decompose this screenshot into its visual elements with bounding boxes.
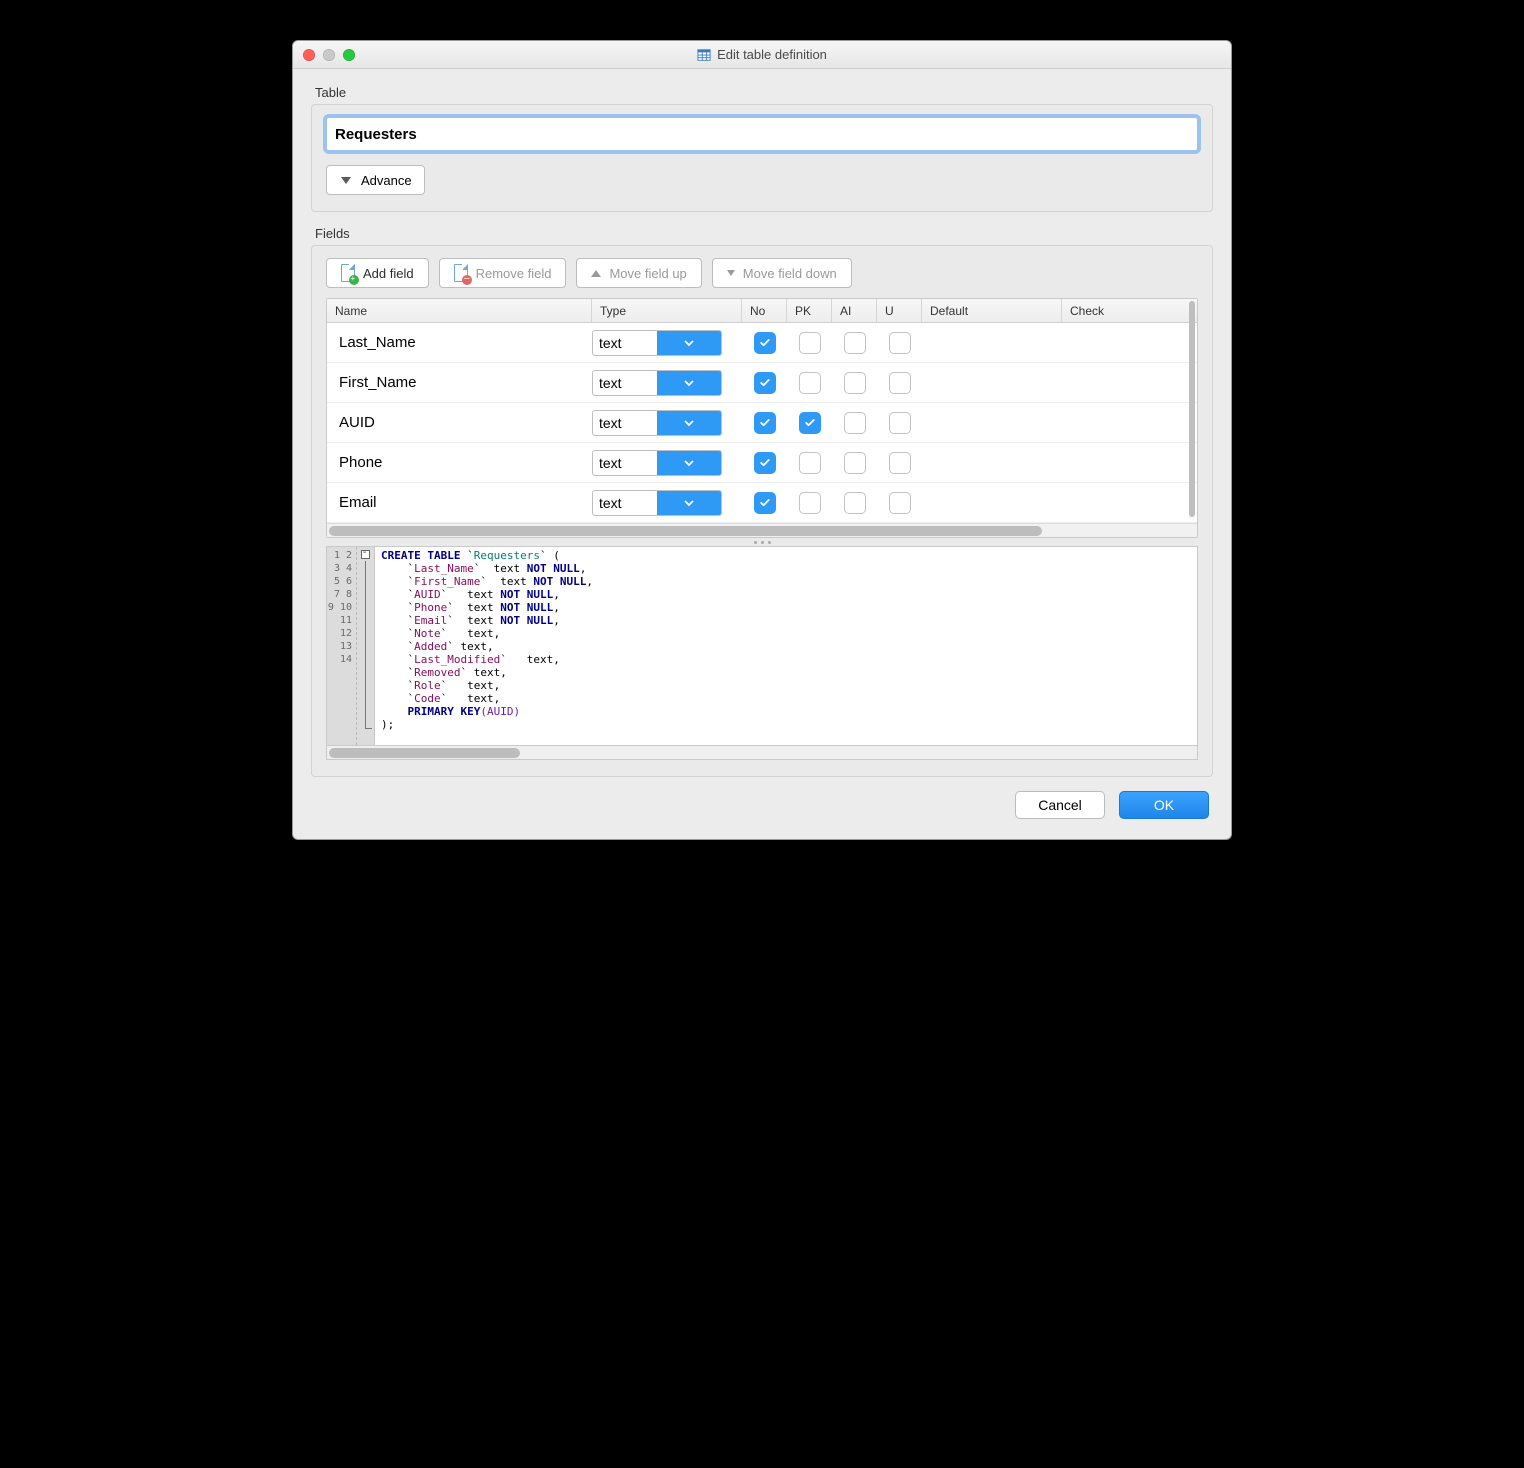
titlebar[interactable]: Edit table definition	[293, 41, 1231, 69]
col-notnull[interactable]: No	[742, 299, 787, 322]
field-type-select[interactable]: text	[592, 490, 722, 516]
col-name[interactable]: Name	[327, 299, 592, 322]
page-add-icon: +	[341, 264, 355, 282]
fields-grid: Name Type No PK AI U Default Check Last_…	[326, 298, 1198, 538]
col-type[interactable]: Type	[592, 299, 742, 322]
u-checkbox[interactable]	[889, 332, 911, 354]
move-field-down-button[interactable]: Move field down	[712, 258, 852, 288]
page-remove-icon: –	[454, 264, 468, 282]
col-default[interactable]: Default	[922, 299, 1062, 322]
add-field-button[interactable]: + Add field	[326, 258, 429, 288]
field-name-cell[interactable]: Phone	[327, 454, 592, 471]
table-row[interactable]: Last_Nametext	[327, 323, 1197, 363]
ai-checkbox[interactable]	[844, 372, 866, 394]
advance-label: Advance	[361, 173, 412, 188]
horizontal-scrollbar[interactable]	[327, 523, 1197, 537]
notnull-checkbox[interactable]	[754, 492, 776, 514]
triangle-down-icon	[727, 270, 735, 276]
field-type-select[interactable]: text	[592, 330, 722, 356]
dropdown-icon	[657, 331, 721, 355]
table-section-label: Table	[315, 85, 1213, 100]
table-icon	[697, 48, 711, 62]
ai-checkbox[interactable]	[844, 332, 866, 354]
sql-code[interactable]: CREATE TABLE `Requesters` ( `Last_Name` …	[375, 547, 1197, 745]
field-type-select[interactable]: text	[592, 450, 722, 476]
dropdown-icon	[657, 371, 721, 395]
field-type-select[interactable]: text	[592, 410, 722, 436]
ai-checkbox[interactable]	[844, 412, 866, 434]
remove-field-button[interactable]: – Remove field	[439, 258, 567, 288]
table-row[interactable]: First_Nametext	[327, 363, 1197, 403]
ai-checkbox[interactable]	[844, 492, 866, 514]
dropdown-icon	[657, 411, 721, 435]
sql-horizontal-scrollbar[interactable]	[326, 746, 1198, 760]
window-title: Edit table definition	[717, 47, 827, 62]
table-panel: Advance	[311, 104, 1213, 212]
field-name-cell[interactable]: First_Name	[327, 374, 592, 391]
field-name-cell[interactable]: Email	[327, 494, 592, 511]
fold-column[interactable]	[357, 547, 375, 745]
col-pk[interactable]: PK	[787, 299, 832, 322]
grid-header: Name Type No PK AI U Default Check	[327, 299, 1197, 323]
u-checkbox[interactable]	[889, 452, 911, 474]
dialog-window: Edit table definition Table Advance Fiel…	[292, 40, 1232, 840]
field-name-cell[interactable]: Last_Name	[327, 334, 592, 351]
sql-preview[interactable]: 1 2 3 4 5 6 7 8 9 10 11 12 13 14 CREATE …	[326, 546, 1198, 746]
ok-button[interactable]: OK	[1119, 791, 1209, 819]
table-name-input[interactable]	[326, 117, 1198, 151]
table-row[interactable]: Emailtext	[327, 483, 1197, 523]
fields-panel: + Add field – Remove field Move field up…	[311, 245, 1213, 777]
advance-toggle[interactable]: Advance	[326, 165, 425, 195]
dropdown-icon	[657, 451, 721, 475]
field-type-select[interactable]: text	[592, 370, 722, 396]
notnull-checkbox[interactable]	[754, 452, 776, 474]
u-checkbox[interactable]	[889, 412, 911, 434]
u-checkbox[interactable]	[889, 372, 911, 394]
dropdown-icon	[657, 491, 721, 515]
col-u[interactable]: U	[877, 299, 922, 322]
sql-gutter: 1 2 3 4 5 6 7 8 9 10 11 12 13 14	[327, 547, 357, 745]
pk-checkbox[interactable]	[799, 332, 821, 354]
splitter-handle[interactable]	[326, 538, 1198, 546]
pk-checkbox[interactable]	[799, 372, 821, 394]
ai-checkbox[interactable]	[844, 452, 866, 474]
fields-section-label: Fields	[315, 226, 1213, 241]
notnull-checkbox[interactable]	[754, 372, 776, 394]
fold-toggle-icon[interactable]	[361, 550, 370, 559]
pk-checkbox[interactable]	[799, 492, 821, 514]
move-field-up-button[interactable]: Move field up	[576, 258, 701, 288]
chevron-down-icon	[341, 177, 351, 184]
table-row[interactable]: Phonetext	[327, 443, 1197, 483]
pk-checkbox[interactable]	[799, 452, 821, 474]
notnull-checkbox[interactable]	[754, 332, 776, 354]
col-check[interactable]: Check	[1062, 299, 1127, 322]
u-checkbox[interactable]	[889, 492, 911, 514]
col-ai[interactable]: AI	[832, 299, 877, 322]
table-row[interactable]: AUIDtext	[327, 403, 1197, 443]
pk-checkbox[interactable]	[799, 412, 821, 434]
triangle-up-icon	[591, 270, 601, 277]
field-name-cell[interactable]: AUID	[327, 414, 592, 431]
cancel-button[interactable]: Cancel	[1015, 791, 1105, 819]
vertical-scrollbar[interactable]	[1189, 301, 1195, 517]
notnull-checkbox[interactable]	[754, 412, 776, 434]
